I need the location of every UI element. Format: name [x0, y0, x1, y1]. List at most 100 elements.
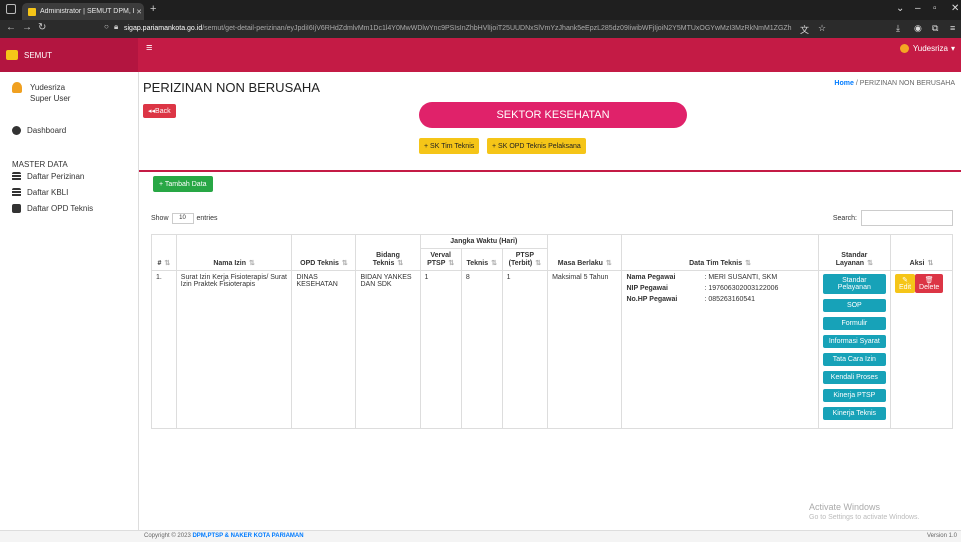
close-window-icon[interactable]: ✕ — [951, 3, 959, 14]
cell-verval-ptsp: 1 — [419, 270, 462, 429]
edit-icon: ✎ — [902, 277, 908, 284]
tim-label: Nama Pegawai — [626, 274, 676, 281]
double-chevron-left-icon: ◂◂ — [148, 108, 156, 115]
cell-bidang-teknis: BIDAN YANKES DAN SDK — [355, 270, 421, 429]
sidebar-item-daftar-kbli[interactable]: Daftar KBLI — [12, 188, 68, 197]
sop-button[interactable]: SOP — [822, 299, 886, 312]
trash-icon: 🗑︎ — [924, 277, 934, 284]
edit-button[interactable]: ✎ Edit — [894, 274, 916, 293]
tim-value: : MERI SUSANTI, SKM — [704, 274, 778, 281]
activate-windows-watermark: Activate Windows — [809, 502, 881, 512]
activate-windows-hint: Go to Settings to activate Windows. — [809, 514, 920, 521]
download-icon[interactable]: ⤓ — [896, 23, 900, 34]
page-title: PERIZINAN NON BERUSAHA — [143, 80, 320, 95]
sk-tim-teknis-button[interactable]: + SK Tim Teknis — [419, 138, 480, 154]
entries-select[interactable]: 10 — [171, 213, 194, 224]
delete-button[interactable]: 🗑︎ Delete — [915, 274, 944, 293]
col-no[interactable]: # ⇅ — [151, 234, 177, 271]
menu-icon[interactable]: ≡ — [950, 23, 955, 33]
edit-label: Edit — [898, 284, 912, 291]
cell-opd-teknis: DINAS KESEHATAN — [291, 270, 357, 429]
col-bidang-teknis[interactable]: Bidang Teknis ⇅ — [355, 234, 421, 271]
sidebar-item-dashboard[interactable]: Dashboard — [12, 126, 66, 135]
user-avatar-icon — [12, 82, 22, 93]
sidebar-item-daftar-opd-teknis[interactable]: Daftar OPD Teknis — [12, 204, 93, 213]
forward-arrow-icon[interactable]: → — [22, 22, 32, 33]
back-label: Back — [155, 108, 171, 115]
tim-value: : 085263160541 — [704, 296, 756, 303]
kinerja-ptsp-button[interactable]: Kinerja PTSP — [822, 389, 886, 402]
informasi-syarat-button[interactable]: Informasi Syarat — [822, 335, 886, 348]
list-icon — [12, 172, 21, 181]
user-panel: Yudesriza Super User — [12, 82, 70, 104]
brand[interactable]: SEMUT — [0, 38, 138, 72]
favicon-icon — [28, 7, 36, 16]
extension-icon[interactable]: ⧉ — [932, 23, 938, 34]
kendali-proses-button[interactable]: Kendali Proses — [822, 371, 886, 384]
standar-pelayanan-button[interactable]: Standar Pelayanan — [822, 274, 886, 294]
cell-aksi: ✎ Edit🗑︎ Delete — [889, 270, 954, 429]
logo-icon — [6, 50, 18, 60]
formulir-button[interactable]: Formulir — [822, 317, 886, 330]
close-tab-icon[interactable]: ✕ — [134, 8, 144, 16]
chevron-down-icon[interactable]: ⌄ — [896, 3, 904, 14]
version: Version 1.0 — [926, 533, 957, 539]
kinerja-teknis-button[interactable]: Kinerja Teknis — [822, 407, 886, 420]
sk-opd-teknis-button[interactable]: + SK OPD Teknis Pelaksana — [487, 138, 586, 154]
col-ptsp-terbit[interactable]: PTSP (Terbit) ⇅ — [501, 248, 549, 271]
cell-nama-izin: Surat Izin Kerja Fisioterapis/ Surat Izi… — [175, 270, 293, 429]
account-icon[interactable]: ◉ — [914, 23, 922, 34]
sektor-banner: SEKTOR KESEHATAN — [419, 102, 687, 128]
hamburger-menu-icon[interactable]: ≡ — [146, 42, 152, 54]
translate-icon[interactable]: 文 — [800, 23, 809, 36]
tim-label: No.HP Pegawai — [626, 296, 678, 303]
url-domain: sigap.pariamankota.go.id — [124, 25, 203, 32]
maximize-icon[interactable]: ▫ — [933, 3, 937, 14]
col-aksi[interactable]: Aksi ⇅ — [889, 234, 954, 271]
sidebar-item-daftar-perizinan[interactable]: Daftar Perizinan — [12, 172, 84, 181]
url-field[interactable]: sigap.pariamankota.go.id/semut/get-detai… — [124, 23, 796, 35]
col-opd-teknis[interactable]: OPD Teknis ⇅ — [291, 234, 357, 271]
breadcrumb-home[interactable]: Home — [834, 80, 853, 87]
cell-ptsp: 1 — [501, 270, 549, 429]
search-label: Search: — [832, 214, 857, 222]
user-name: Yudesriza — [912, 44, 948, 53]
breadcrumb: Home / PERIZINAN NON BERUSAHA — [834, 80, 955, 87]
caret-down-icon: ▾ — [950, 44, 955, 53]
table-search: Search: — [833, 210, 953, 226]
tata-cara-izin-button[interactable]: Tata Cara Izin — [822, 353, 886, 366]
cell-standar-layanan: Standar Pelayanan SOP Formulir Informasi… — [817, 270, 891, 429]
address-bar: ← → ↻ ○ 🔒︎ sigap.pariamankota.go.id/semu… — [0, 20, 961, 38]
col-teknis[interactable]: Teknis ⇅ — [460, 248, 503, 271]
delete-label: Delete — [919, 284, 940, 291]
back-button[interactable]: ◂◂Back — [143, 104, 176, 118]
sidebar-user-role: Super User — [30, 94, 71, 103]
entries-length: Show 10 entries — [151, 213, 218, 224]
col-data-tim-teknis[interactable]: Data Tim Teknis ⇅ — [621, 234, 819, 271]
new-tab-icon[interactable]: + — [150, 3, 156, 15]
back-arrow-icon[interactable]: ← — [6, 22, 16, 33]
star-icon[interactable]: ☆ — [818, 23, 826, 34]
avatar — [899, 44, 909, 53]
col-standar-layanan[interactable]: Standar Layanan ⇅ — [817, 234, 891, 271]
browser-tab[interactable]: Administrator | SEMUT DPM, P ✕ — [22, 3, 144, 20]
col-verval-ptsp[interactable]: Verval PTSP ⇅ — [419, 248, 462, 271]
col-group-jangka-waktu: Jangka Waktu (Hari) — [419, 234, 549, 249]
minimize-icon[interactable]: – — [915, 3, 921, 14]
sidebar-item-label: Dashboard — [27, 126, 67, 135]
cell-masa-berlaku: Maksimal 5 Tahun — [547, 270, 623, 429]
sidebar-item-label: Daftar OPD Teknis — [27, 204, 94, 213]
browser-tab-bar: Administrator | SEMUT DPM, P ✕ + ⌄ – ▫ ✕ — [0, 0, 961, 20]
table-row: 1. Surat Izin Kerja Fisioterapis/ Surat … — [151, 270, 954, 429]
search-input[interactable] — [861, 210, 953, 226]
list-icon — [12, 188, 21, 197]
tambah-data-button[interactable]: + Tambah Data — [153, 176, 213, 192]
col-masa-berlaku[interactable]: Masa Berlaku ⇅ — [547, 234, 623, 271]
footer-org[interactable]: DPM,PTSP & NAKER KOTA PARIAMAN — [192, 533, 303, 539]
col-nama-izin[interactable]: Nama Izin ⇅ — [175, 234, 293, 271]
user-menu[interactable]: Yudesriza ▾ — [899, 44, 955, 53]
shield-icon: ○ — [104, 22, 109, 31]
browser-menu-icon[interactable] — [6, 4, 16, 14]
reload-icon[interactable]: ↻ — [38, 22, 46, 33]
dashboard-icon — [12, 126, 21, 135]
